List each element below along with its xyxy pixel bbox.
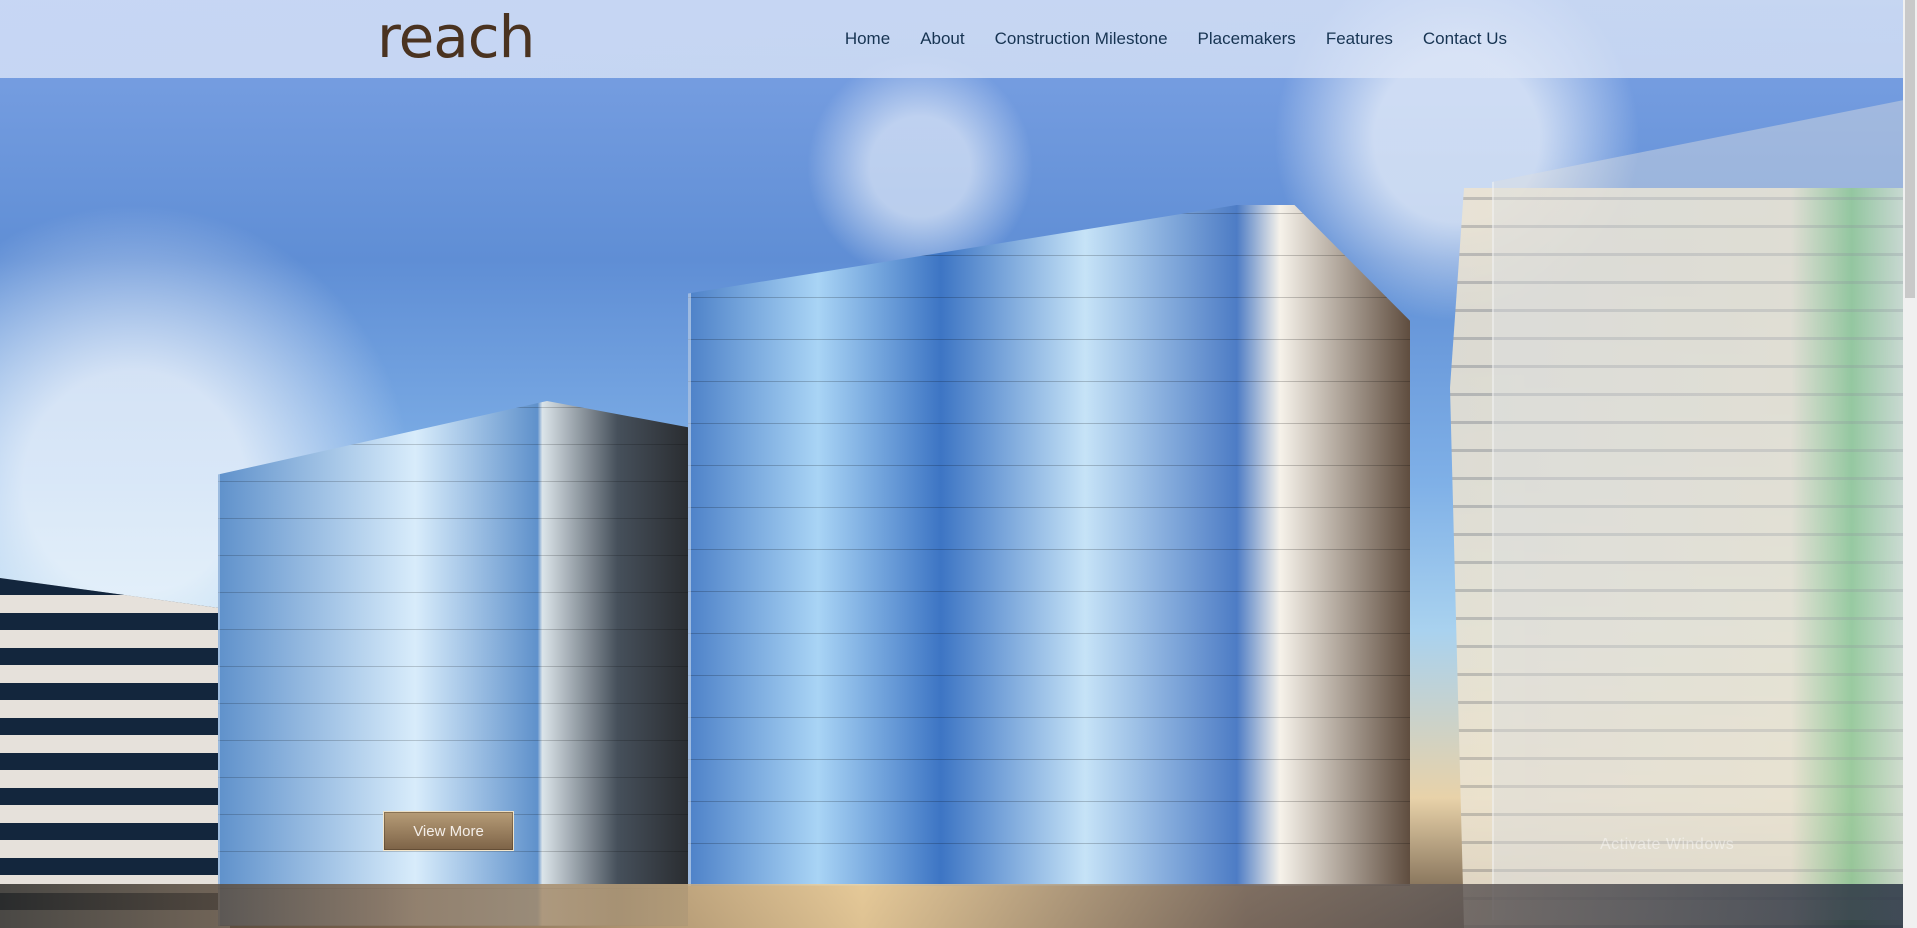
primary-navigation: Home About Construction Milestone Placem… [845,27,1507,51]
windows-activation-watermark: Activate Windows [1600,836,1735,853]
view-more-button[interactable]: View More [383,811,514,851]
landing-page: View More Activate Windows reach Home Ab… [0,0,1917,928]
nav-contact-us[interactable]: Contact Us [1423,27,1507,51]
central-office-tower [688,205,1410,886]
hero-background: View More Activate Windows [0,0,1917,928]
left-side-building [0,578,230,928]
nav-features[interactable]: Features [1326,27,1393,51]
street-level-shops [0,884,1917,928]
site-logo[interactable]: reach [377,7,535,67]
transparent-overlay [1492,100,1904,920]
scrollbar-thumb[interactable] [1905,0,1915,298]
top-navigation-bar: reach Home About Construction Milestone … [0,0,1917,78]
nav-construction-milestone[interactable]: Construction Milestone [995,27,1168,51]
nav-home[interactable]: Home [845,27,890,51]
nav-about[interactable]: About [920,27,964,51]
nav-placemakers[interactable]: Placemakers [1198,27,1296,51]
vertical-scrollbar[interactable] [1903,0,1917,928]
